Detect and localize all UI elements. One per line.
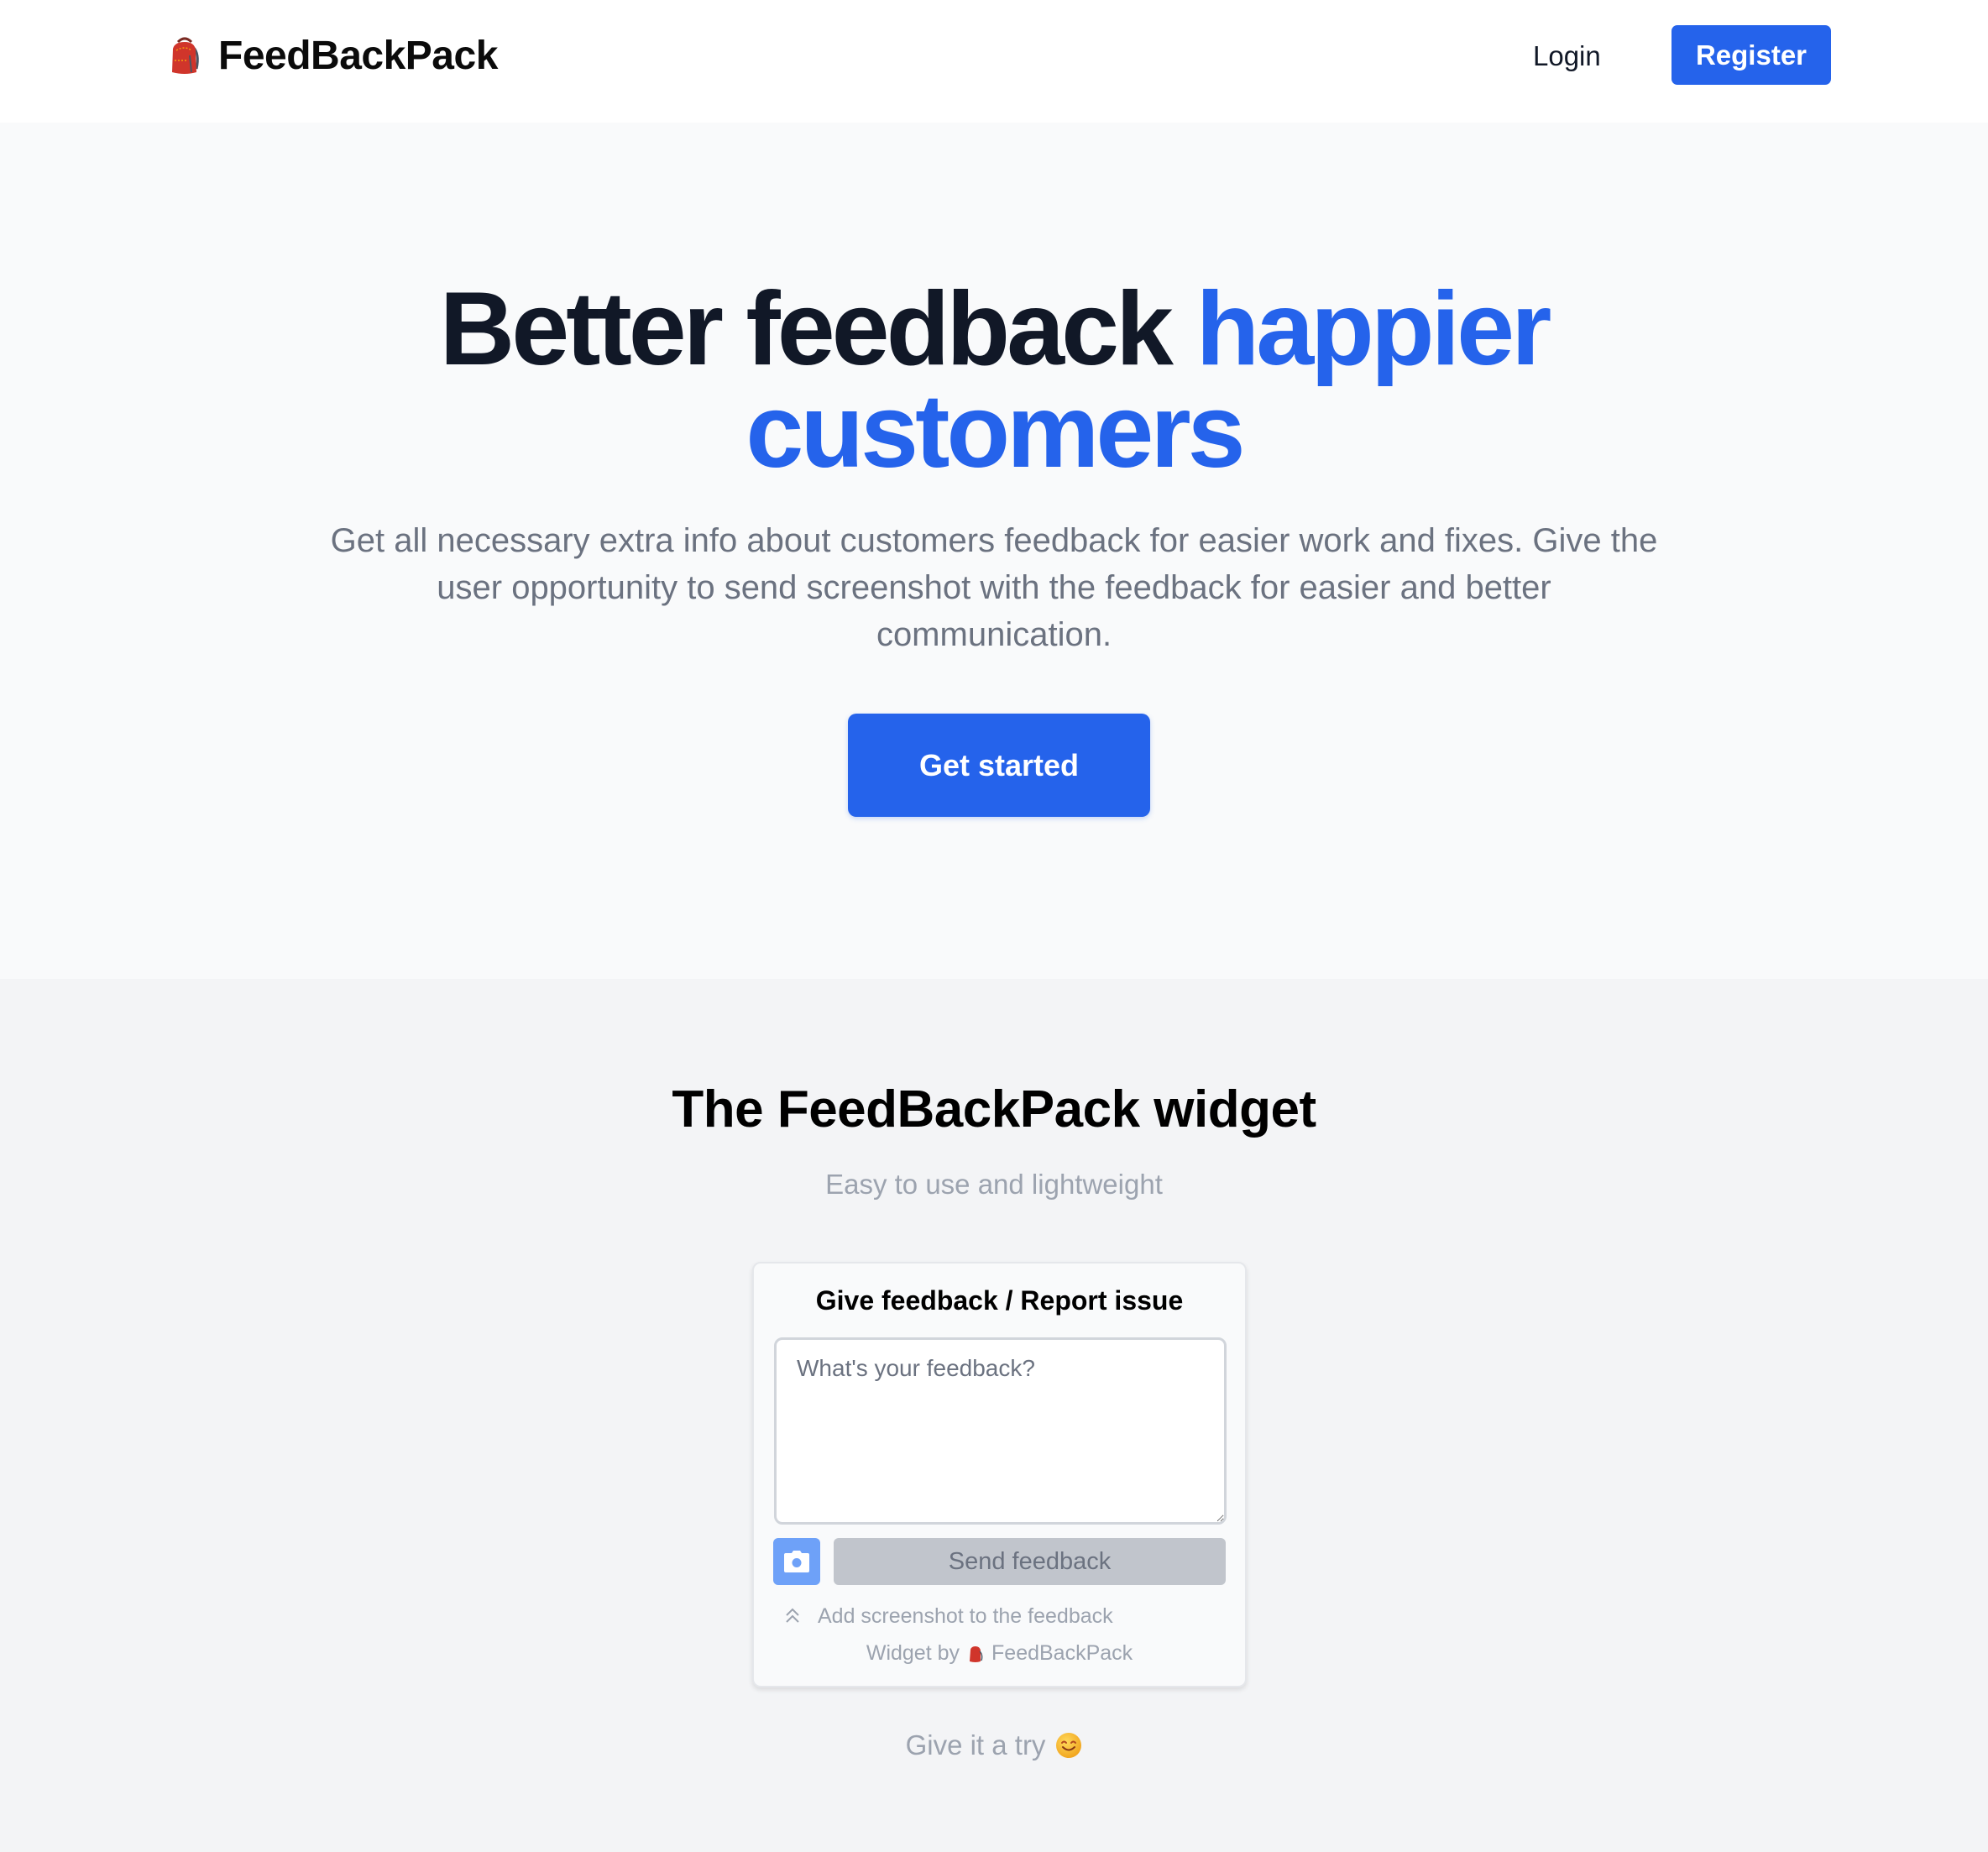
screenshot-camera-button[interactable] (773, 1538, 820, 1585)
login-link[interactable]: Login (1533, 34, 1601, 79)
widget-credit: Widget by FeedBackPack (754, 1641, 1245, 1666)
section-subtitle: Easy to use and lightweight (825, 1169, 1163, 1200)
hero-title: Better feedback happier customers (238, 277, 1750, 484)
register-button[interactable]: Register (1671, 25, 1831, 85)
credit-prefix: Widget by (866, 1641, 960, 1665)
backpack-icon (172, 37, 199, 74)
get-started-button[interactable]: Get started (848, 714, 1150, 817)
backpack-icon (970, 1645, 983, 1662)
feedback-textarea[interactable] (774, 1337, 1227, 1525)
send-feedback-button[interactable]: Send feedback (834, 1538, 1226, 1585)
add-screenshot-toggle[interactable]: Add screenshot to the feedback (784, 1599, 1113, 1633)
credit-brand-link[interactable]: FeedBackPack (991, 1641, 1133, 1666)
hero-title-main: Better feedback (439, 271, 1196, 387)
smiling-face-icon (1056, 1733, 1082, 1758)
try-prompt: Give it a try (0, 1729, 1988, 1761)
brand-name: FeedBackPack (218, 33, 498, 78)
top-navbar: FeedBackPack Login Register (0, 0, 1988, 123)
try-text: Give it a try (905, 1729, 1046, 1760)
section-title: The FeedBackPack widget (672, 1080, 1316, 1138)
hero-description: Get all necessary extra info about custo… (330, 522, 1658, 653)
brand-logo-link[interactable]: FeedBackPack (168, 32, 498, 79)
chevrons-up-icon (786, 1608, 799, 1623)
add-screenshot-label: Add screenshot to the feedback (818, 1603, 1113, 1628)
feedback-widget: Give feedback / Report issue Send feedba… (752, 1262, 1247, 1687)
camera-icon (784, 1551, 809, 1572)
widget-title: Give feedback / Report issue (815, 1285, 1184, 1316)
hero-section: Better feedback happier customers Get al… (0, 123, 1988, 979)
widget-demo-section: The FeedBackPack widget Easy to use and … (0, 979, 1988, 1852)
